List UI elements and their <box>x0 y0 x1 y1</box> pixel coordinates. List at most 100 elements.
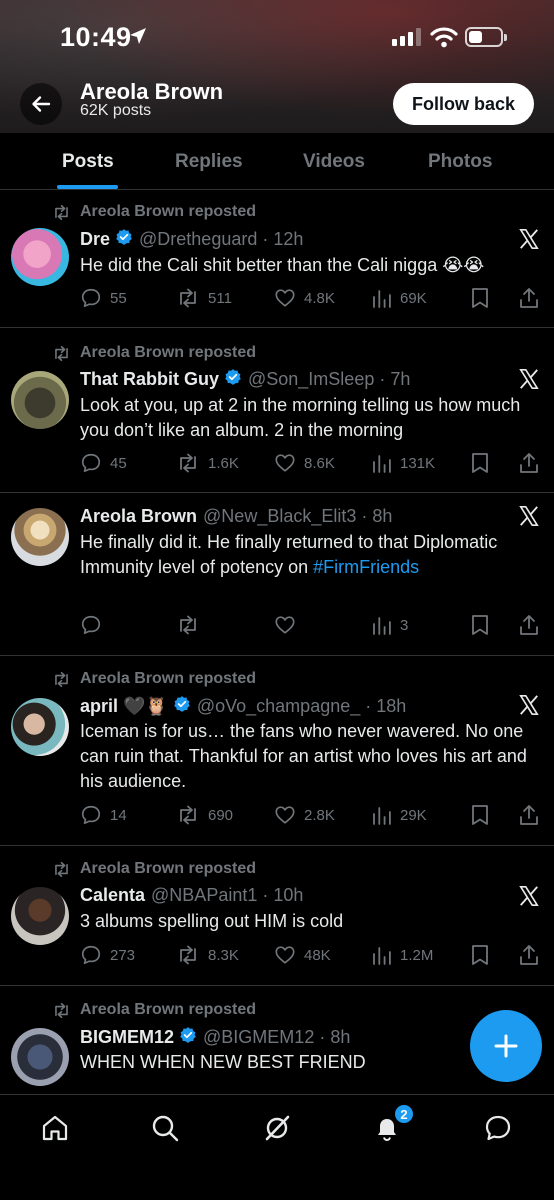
hashtag-link[interactable]: #FirmFriends <box>313 557 419 577</box>
repost-button[interactable]: 511 <box>176 287 232 309</box>
repost-label: Areola Brown reposted <box>80 1001 257 1018</box>
view-count: 131K <box>400 454 436 472</box>
post-item[interactable]: Areola Brown reposted Calenta @NBAPaint1… <box>0 846 554 986</box>
status-bar: 10:49 <box>0 0 554 70</box>
like-button[interactable]: 4.8K <box>274 287 335 309</box>
author-handle[interactable]: @NBAPaint1 <box>151 885 257 906</box>
back-button[interactable] <box>20 83 62 125</box>
author-handle[interactable]: @Dretheguard <box>139 229 257 250</box>
repost-button[interactable] <box>176 614 208 636</box>
reply-count: 14 <box>110 806 127 824</box>
views-button[interactable]: 3 <box>372 614 408 636</box>
compose-post-button[interactable] <box>470 1010 542 1082</box>
views-icon <box>373 947 391 965</box>
post-time[interactable]: 8h <box>330 1027 350 1048</box>
bookmark-icon <box>472 945 488 965</box>
author-name[interactable]: That Rabbit Guy <box>80 369 219 390</box>
views-button[interactable]: 29K <box>372 804 427 826</box>
share-icon <box>520 615 538 635</box>
messages-icon <box>485 1115 511 1141</box>
avatar[interactable] <box>11 228 69 286</box>
battery-icon <box>465 27 507 47</box>
post-text: He did the Cali shit better than the Cal… <box>80 255 485 275</box>
author-handle[interactable]: @BIGMEM12 <box>203 1027 314 1048</box>
repost-button[interactable]: 690 <box>176 804 233 826</box>
repost-icon <box>180 615 196 635</box>
repost-button[interactable]: 8.3K <box>176 944 239 966</box>
reply-button[interactable] <box>80 614 110 636</box>
repost-label: Areola Brown reposted <box>80 670 257 687</box>
author-handle[interactable]: @Son_ImSleep <box>248 369 374 390</box>
author-name[interactable]: BIGMEM12 <box>80 1027 174 1048</box>
repost-icon <box>180 945 196 965</box>
tab-videos[interactable]: Videos <box>303 151 365 173</box>
avatar[interactable] <box>11 887 69 945</box>
post-time[interactable]: 7h <box>390 369 410 390</box>
share-button[interactable] <box>519 287 539 309</box>
repost-icon <box>55 345 68 361</box>
author-handle[interactable]: @New_Black_Elit3 <box>203 506 356 527</box>
post-time[interactable]: 8h <box>372 506 392 527</box>
like-button[interactable]: 2.8K <box>274 804 335 826</box>
like-button[interactable] <box>274 614 304 636</box>
like-button[interactable]: 48K <box>274 944 331 966</box>
avatar[interactable] <box>11 508 69 566</box>
heart-icon <box>275 616 295 634</box>
nav-messages[interactable] <box>481 1111 515 1145</box>
x-logo-icon <box>519 369 539 389</box>
bookmark-button[interactable] <box>471 804 489 826</box>
reply-count: 273 <box>110 946 136 964</box>
post-time[interactable]: 10h <box>273 885 303 906</box>
bookmark-button[interactable] <box>471 287 489 309</box>
reply-button[interactable]: 45 <box>80 452 127 474</box>
bookmark-button[interactable] <box>471 944 489 966</box>
repost-button[interactable]: 1.6K <box>176 452 239 474</box>
bookmark-button[interactable] <box>471 452 489 474</box>
post-time[interactable]: 18h <box>376 696 406 717</box>
wifi-icon <box>430 26 458 53</box>
author-name[interactable]: Dre <box>80 229 110 250</box>
reply-button[interactable]: 273 <box>80 944 135 966</box>
share-icon <box>520 288 538 308</box>
follow-back-button[interactable]: Follow back <box>393 83 534 125</box>
nav-grok[interactable] <box>260 1111 294 1145</box>
views-button[interactable]: 69K <box>372 287 427 309</box>
views-icon <box>373 807 391 825</box>
bookmark-icon <box>472 805 488 825</box>
views-button[interactable]: 131K <box>372 452 435 474</box>
share-button[interactable] <box>519 614 539 636</box>
tab-posts[interactable]: Posts <box>62 151 114 173</box>
author-name[interactable]: Calenta <box>80 885 145 906</box>
reply-button[interactable]: 14 <box>80 804 127 826</box>
share-button[interactable] <box>519 804 539 826</box>
post-item[interactable]: Areola Brown reposted april 🖤🦉 @oVo_cham… <box>0 656 554 846</box>
x-logo-icon <box>519 695 539 715</box>
author-handle[interactable]: @oVo_champagne_ <box>197 696 360 717</box>
post-actions: 55 511 4.8K 69K <box>80 287 542 311</box>
post-item[interactable]: Areola Brown @New_Black_Elit3 · 8h He fi… <box>0 493 554 656</box>
nav-search[interactable] <box>148 1111 182 1145</box>
avatar[interactable] <box>11 1028 69 1086</box>
repost-label: Areola Brown reposted <box>80 860 257 877</box>
post-item[interactable]: Areola Brown reposted Dre @Dretheguard ·… <box>0 190 554 328</box>
avatar[interactable] <box>11 698 69 756</box>
post-item[interactable]: Areola Brown reposted That Rabbit Guy @S… <box>0 328 554 493</box>
author-name[interactable]: Areola Brown <box>80 506 197 527</box>
nav-home[interactable] <box>38 1111 72 1145</box>
reply-button[interactable]: 55 <box>80 287 127 309</box>
post-header: Calenta @NBAPaint1 · 10h <box>80 885 303 906</box>
repost-indicator: Areola Brown reposted <box>52 344 256 362</box>
views-button[interactable]: 1.2M <box>372 944 433 966</box>
bookmark-button[interactable] <box>471 614 489 636</box>
tab-photos[interactable]: Photos <box>428 151 492 173</box>
like-button[interactable]: 8.6K <box>274 452 335 474</box>
share-button[interactable] <box>519 944 539 966</box>
share-button[interactable] <box>519 452 539 474</box>
tab-replies[interactable]: Replies <box>175 151 243 173</box>
post-time[interactable]: 12h <box>273 229 303 250</box>
author-name[interactable]: april 🖤🦉 <box>80 696 168 717</box>
avatar[interactable] <box>11 371 69 429</box>
repost-icon <box>180 288 196 308</box>
heart-icon <box>275 454 295 472</box>
separator-dot: · <box>257 885 274 905</box>
